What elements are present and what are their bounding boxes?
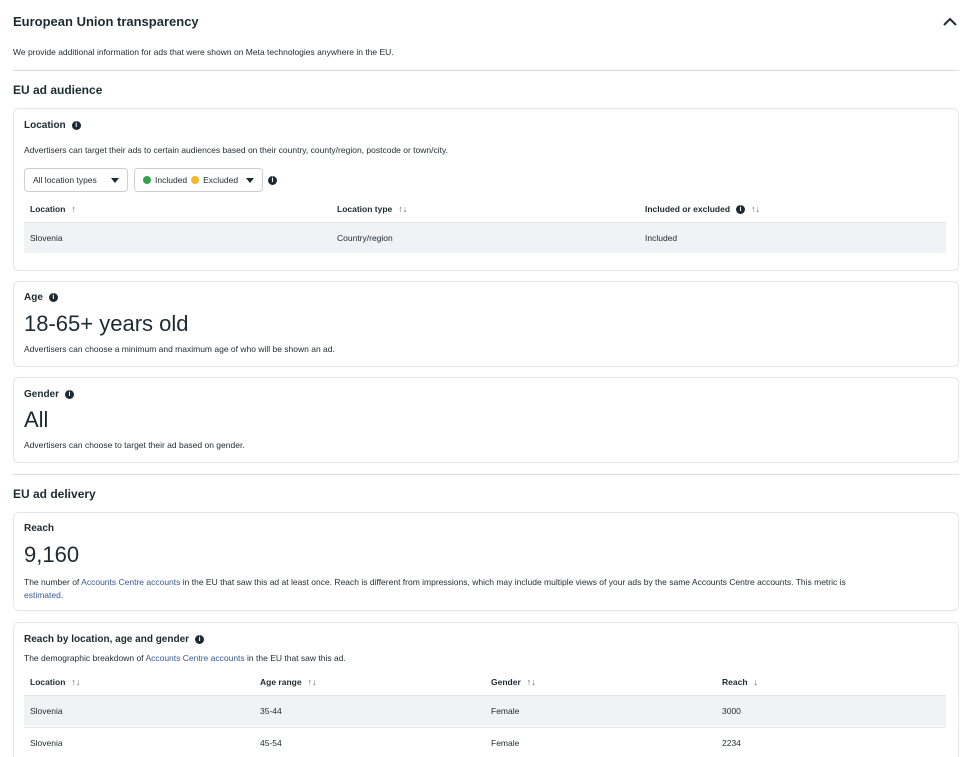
location-type-dropdown[interactable]: All location types (24, 168, 128, 192)
breakdown-desc-text: The demographic breakdown of (24, 653, 146, 663)
reach-desc-text: . (60, 590, 64, 600)
check-circle-icon (143, 176, 151, 184)
col-label: Included or excluded (645, 204, 731, 214)
reach-desc-text: The number of (24, 577, 82, 587)
breakdown-desc: The demographic breakdown of Accounts Ce… (24, 653, 346, 663)
info-icon[interactable]: i (71, 121, 81, 130)
cell-gender: Female (491, 706, 520, 716)
cell-location-type: Country/region (337, 233, 393, 243)
age-title-text: Age (24, 292, 43, 303)
sort-icon[interactable]: ↑↓ (751, 204, 760, 214)
location-card-title: Location i (24, 120, 81, 131)
col-header-age-range: Age range ↑↓ (260, 677, 317, 687)
sort-asc-icon[interactable]: ↑ (71, 204, 76, 214)
reach-value: 9,160 (24, 542, 80, 567)
sort-icon[interactable]: ↑↓ (71, 677, 80, 687)
divider (13, 474, 959, 475)
info-icon[interactable]: i (736, 204, 746, 214)
age-card-title: Age i (24, 292, 58, 303)
col-label: Reach (722, 677, 748, 687)
info-icon[interactable]: i (65, 390, 75, 399)
reach-desc-text: in the EU that saw this ad at least once… (180, 577, 846, 587)
col-label: Location (30, 677, 66, 687)
sort-icon[interactable]: ↑↓ (398, 204, 407, 214)
cell-included: Included (645, 233, 678, 243)
minus-circle-icon (191, 176, 200, 184)
accounts-centre-link[interactable]: Accounts Centre accounts (145, 653, 244, 663)
col-label: Location type (337, 204, 393, 214)
col-header-gender: Gender ↑↓ (491, 677, 536, 687)
col-header-location-type: Location type ↑↓ (337, 204, 407, 214)
sort-desc-icon[interactable]: ↓ (754, 677, 759, 687)
table-row: Slovenia 45-54 Female 2234 (24, 727, 946, 757)
cell-reach: 3000 (722, 706, 741, 716)
info-icon[interactable]: i (268, 176, 277, 185)
location-title-text: Location (24, 120, 66, 131)
cell-age-range: 45-54 (260, 738, 282, 748)
gender-card-title: Gender i (24, 389, 75, 400)
breakdown-title-text: Reach by location, age and gender (24, 634, 190, 645)
accounts-centre-link[interactable]: Accounts Centre accounts (81, 577, 180, 587)
section-title-delivery: EU ad delivery (13, 487, 96, 501)
info-icon[interactable]: i (195, 635, 205, 644)
col-header-location: Location ↑↓ (30, 677, 80, 687)
cell-gender: Female (491, 738, 520, 748)
excluded-label: Excluded (203, 175, 239, 185)
age-value: 18-65+ years old (24, 311, 189, 336)
caret-down-icon (246, 177, 254, 183)
info-icon[interactable]: i (48, 293, 58, 302)
chevron-up-icon[interactable] (941, 14, 959, 30)
sort-icon[interactable]: ↑↓ (527, 677, 536, 687)
divider (13, 70, 959, 71)
table-row: Slovenia Country/region Included (24, 222, 946, 253)
cell-location: Slovenia (30, 233, 63, 243)
cell-location: Slovenia (30, 738, 63, 748)
sort-icon[interactable]: ↑↓ (308, 677, 317, 687)
table-row: Slovenia 35-44 Female 3000 (24, 695, 946, 726)
reach-desc: The number of Accounts Centre accounts i… (24, 576, 944, 602)
location-desc: Advertisers can target their ads to cert… (24, 145, 448, 155)
cell-age-range: 35-44 (260, 706, 282, 716)
reach-title: Reach (24, 523, 55, 534)
page-title: European Union transparency (13, 14, 199, 29)
breakdown-desc-text: in the EU that saw this ad. (244, 653, 346, 663)
included-excluded-dropdown[interactable]: Included Excluded (134, 168, 263, 192)
cell-reach: 2234 (722, 738, 741, 748)
location-type-value: All location types (33, 175, 97, 185)
col-label: Location (30, 204, 66, 214)
gender-card (13, 377, 959, 463)
intro-text: We provide additional information for ad… (13, 47, 394, 57)
section-title-audience: EU ad audience (13, 83, 103, 97)
breakdown-card-title: Reach by location, age and gender i (24, 634, 205, 645)
gender-value: All (24, 407, 49, 432)
caret-down-icon (111, 177, 119, 183)
gender-desc: Advertisers can choose to target their a… (24, 440, 245, 450)
cell-location: Slovenia (30, 706, 63, 716)
estimated-link[interactable]: estimated (24, 590, 61, 600)
col-label: Age range (260, 677, 302, 687)
gender-title-text: Gender (24, 389, 60, 400)
col-header-location: Location ↑ (30, 204, 76, 214)
included-label: Included (155, 175, 188, 185)
age-desc: Advertisers can choose a minimum and max… (24, 344, 335, 354)
col-header-reach: Reach ↓ (722, 677, 758, 687)
col-label: Gender (491, 677, 521, 687)
col-header-included: Included or excluded i ↑↓ (645, 204, 760, 214)
